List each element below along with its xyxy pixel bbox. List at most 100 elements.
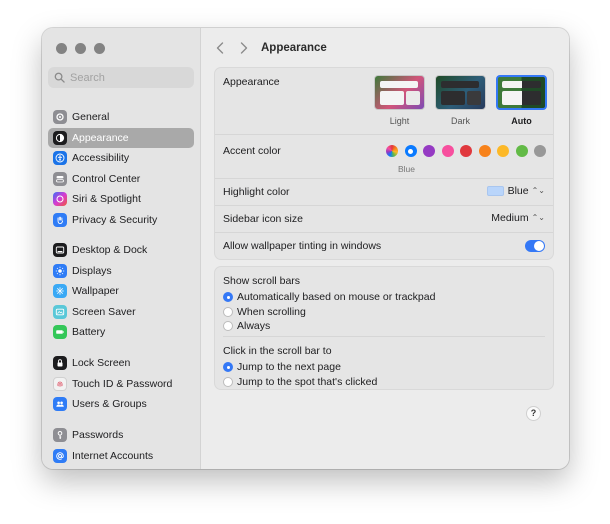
sidebar-item-label: Control Center [72,172,141,185]
scroll-click-title: Click in the scroll bar to [223,345,332,357]
search-icon [54,72,65,83]
accent-swatch-green[interactable] [515,145,528,157]
scroll-bars-option-when-scrolling[interactable]: When scrolling [223,305,553,320]
light-preview [374,75,425,110]
sidebar-item-displays[interactable]: Displays [48,261,194,282]
sidebar-item-label: Privacy & Security [72,213,158,226]
accent-swatch-red[interactable] [460,145,472,157]
accent-swatch-pink[interactable] [441,145,454,157]
appearance-settings-card: Appearance Light Dark Auto Accent color … [214,67,554,260]
chevron-left-icon [216,42,224,54]
sidebar-item-internet-accounts[interactable]: Internet Accounts [48,446,194,467]
accent-swatch-graphite[interactable] [534,145,546,157]
radio-button[interactable] [223,321,233,332]
sidebar-item-battery[interactable]: Battery [48,322,194,343]
sidebar-item-desktop-dock[interactable]: Desktop & Dock [48,240,194,261]
sidebar-item-appearance[interactable]: Appearance [48,127,194,148]
search-field[interactable] [48,67,194,88]
sidebar-item-wallpaper[interactable]: Wallpaper [48,281,194,302]
appearance-option-label: Auto [511,116,532,126]
accent-swatch-yellow[interactable] [497,145,509,157]
accent-swatch-multicolor[interactable] [386,145,398,157]
sidebar-item-control-center[interactable]: Control Center [48,169,194,190]
sidebar-item-screen-saver[interactable]: Screen Saver [48,302,194,323]
wallpaper-icon [53,284,67,299]
sidebar-item-label: Battery [72,326,106,339]
gear-icon [53,110,67,125]
page-title: Appearance [261,42,327,54]
highlight-color-swatch [486,186,504,196]
minimize-button[interactable] [75,43,86,54]
sidebar-item-label: Users & Groups [72,398,147,411]
sidebar-icon-size-label: Sidebar icon size [223,213,303,225]
toolbar: Appearance [201,28,569,68]
forward-button[interactable] [234,38,254,58]
chevron-updown-icon: ⌃⌄ [531,186,545,195]
control-center-icon [53,171,67,186]
sidebar-item-label: Touch ID & Password [72,377,173,390]
highlight-color-value: Blue [507,185,529,197]
screen-saver-icon [53,304,67,319]
sidebar-item-label: Appearance [72,131,129,144]
sidebar-icon-size-popup[interactable]: Medium ⌃⌄ [491,212,545,224]
sidebar-item-lock-screen[interactable]: Lock Screen [48,353,194,374]
dark-preview [435,75,486,110]
accent-swatch-blue[interactable] [404,145,417,157]
radio-button[interactable] [223,362,233,373]
battery-icon [53,325,67,340]
window-controls [56,43,105,54]
main-pane: Appearance Appearance Light Dark Auto Ac… [201,28,569,469]
scroll-bars-option-always[interactable]: Always [223,319,553,334]
wallpaper-tinting-toggle[interactable] [525,240,545,252]
show-scroll-bars-title: Show scroll bars [223,275,301,287]
help-button[interactable]: ? [526,406,541,421]
back-button[interactable] [210,38,230,58]
sidebar-item-label: Accessibility [72,152,130,165]
appearance-options: Light Dark Auto [374,75,547,126]
key-icon [53,428,67,443]
search-input[interactable] [70,71,185,84]
appearance-label: Appearance [223,76,280,88]
appearance-option-dark[interactable]: Dark [435,75,486,126]
close-button[interactable] [56,43,67,54]
wallpaper-tinting-row: Allow wallpaper tinting in windows [215,232,553,259]
scroll-bar-settings-card: Show scroll bars Automatically based on … [214,266,554,390]
sidebar-item-label: Internet Accounts [72,449,154,462]
accent-swatch-orange[interactable] [478,145,491,157]
accessibility-icon [53,151,67,166]
appearance-row: Appearance Light Dark Auto [215,68,553,134]
scroll-click-group: Click in the scroll bar to Jump to the n… [215,345,553,389]
sidebar-item-privacy-security[interactable]: Privacy & Security [48,210,194,231]
sidebar-item-label: Siri & Spotlight [72,193,141,206]
accent-swatch-purple[interactable] [423,145,435,157]
accent-swatches [386,145,546,157]
sidebar-item-siri-spotlight[interactable]: Siri & Spotlight [48,189,194,210]
sidebar-item-touch-id-password[interactable]: Touch ID & Password [48,374,194,395]
radio-button[interactable] [223,292,233,303]
accent-color-row: Accent color Blue [215,134,553,178]
lock-icon [53,356,67,371]
appearance-option-auto[interactable]: Auto [496,75,547,126]
sidebar-item-label: Screen Saver [72,305,136,318]
auto-preview [496,75,547,110]
scroll-bars-option-automatic[interactable]: Automatically based on mouse or trackpad [223,290,553,305]
appearance-option-label: Dark [450,116,470,126]
zoom-button[interactable] [94,43,105,54]
sidebar-item-users-groups[interactable]: Users & Groups [48,394,194,415]
sidebar-item-label: Lock Screen [72,357,131,370]
radio-button[interactable] [223,376,233,387]
scroll-click-option-next-page[interactable]: Jump to the next page [223,360,553,375]
sidebar-item-label: Passwords [72,429,124,442]
sidebar-item-passwords[interactable]: Passwords [48,425,194,446]
sidebar-item-label: General [72,111,110,124]
hand-icon [53,212,67,227]
appearance-option-light[interactable]: Light [374,75,425,126]
radio-label: Automatically based on mouse or trackpad [237,291,436,304]
scroll-click-option-spot-clicked[interactable]: Jump to the spot that's clicked [223,375,553,390]
at-sign-icon [53,448,67,463]
highlight-color-popup[interactable]: Blue ⌃⌄ [486,185,545,197]
chevron-updown-icon: ⌃⌄ [531,213,545,222]
sidebar-item-accessibility[interactable]: Accessibility [48,148,194,169]
radio-button[interactable] [223,306,233,317]
sidebar-item-general[interactable]: General [48,107,194,128]
